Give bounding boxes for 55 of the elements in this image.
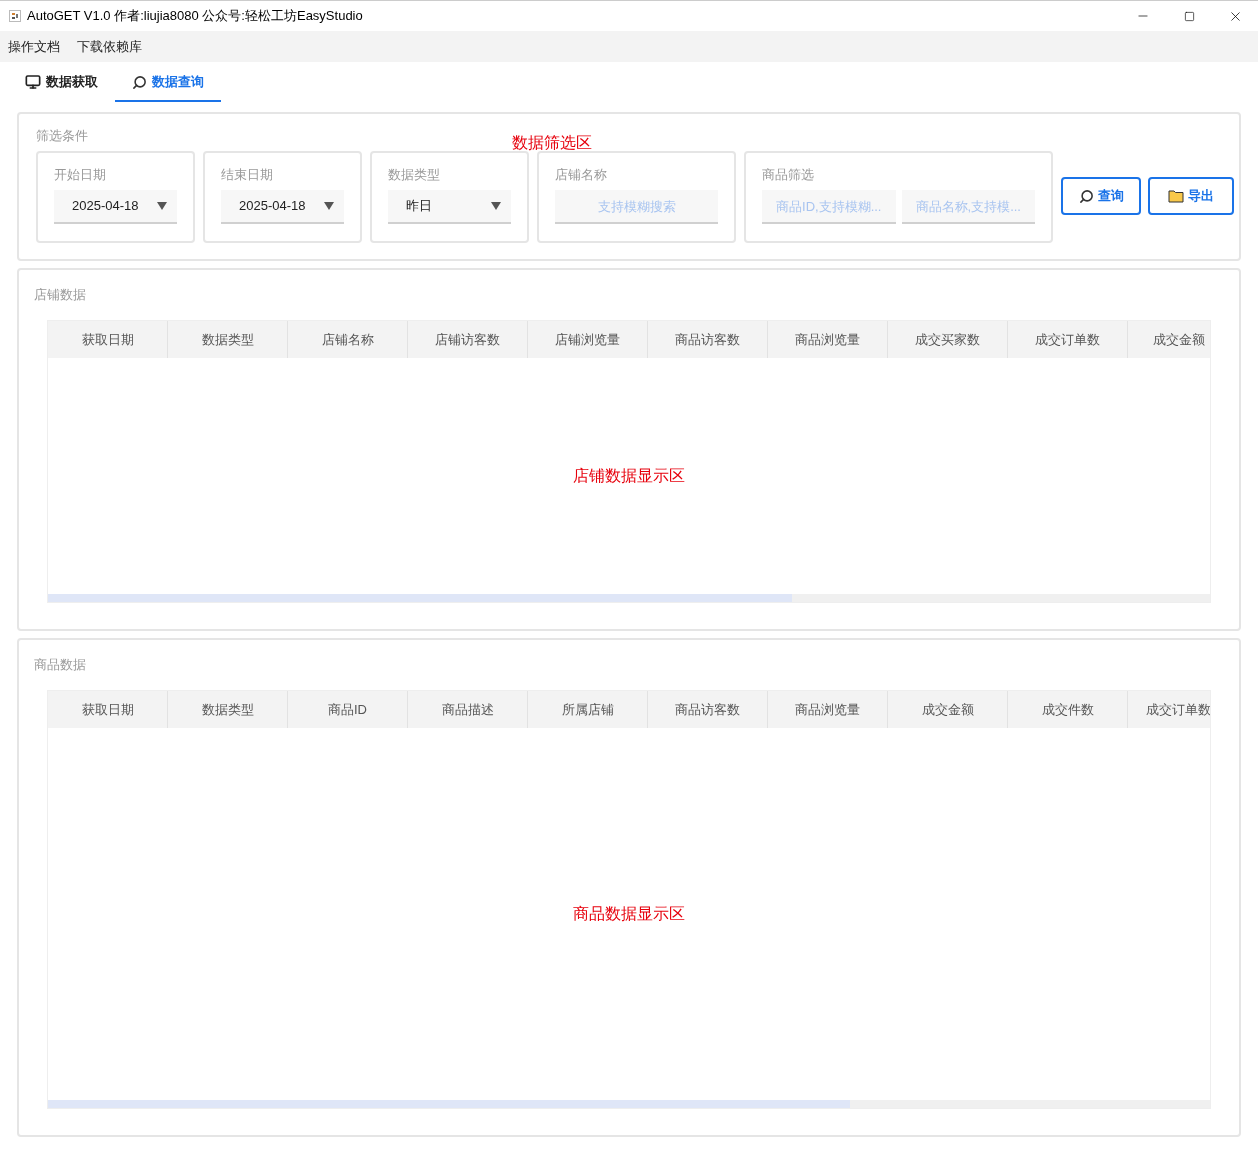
input-field[interactable]: 商品名称,支持模... [901,190,1035,224]
column-header[interactable]: 成交订单数 [1128,691,1210,728]
window-title: AutoGET V1.0 作者:liujia8080 公众号:轻松工坊EasyStudio [27,7,363,26]
column-header[interactable]: 数据类型 [168,321,288,358]
panel-title: 店铺数据 [34,287,86,302]
area-annotation: 数据筛选区 [512,134,592,152]
column-header[interactable]: 店铺浏览量 [528,321,648,358]
column-header[interactable]: 数据类型 [168,691,288,728]
column-header[interactable]: 成交买家数 [888,321,1008,358]
field-label: 商品筛选 [762,166,814,181]
query-button[interactable]: 查询 [1061,177,1141,215]
panel-title: 商品数据 [34,657,86,672]
area-annotation: 商品数据显示区 [573,904,685,924]
panel-title: 筛选条件 [36,127,88,145]
field-label: 数据类型 [388,166,440,181]
scrollbar[interactable] [48,1100,1210,1108]
field-label: 店铺名称 [555,166,607,181]
dropdown[interactable]: 2025-04-18 [54,190,177,224]
search-icon [1078,188,1094,204]
app-icon [9,10,21,22]
column-header[interactable]: 成交订单数 [1008,321,1128,358]
column-header[interactable]: 商品ID [288,691,408,728]
menu-item[interactable]: 下载依赖库 [77,36,142,57]
field-label: 结束日期 [221,166,273,181]
input-field[interactable]: 支持模糊搜索 [555,190,718,224]
tab[interactable]: 数据获取 [8,62,115,102]
column-header[interactable]: 商品浏览量 [768,691,888,728]
column-header[interactable]: 成交件数 [1008,691,1128,728]
column-header[interactable]: 获取日期 [48,321,168,358]
export-button[interactable]: 导出 [1148,177,1234,215]
column-header[interactable]: 获取日期 [48,691,168,728]
menu-item[interactable]: 操作文档 [8,36,60,57]
caret-icon [157,202,167,210]
tab[interactable]: 数据查询 [115,62,221,102]
area-annotation: 店铺数据显示区 [573,466,685,486]
column-header[interactable]: 所属店铺 [528,691,648,728]
column-header[interactable]: 成交金额 [1128,321,1210,358]
folder-icon [1168,189,1184,203]
scrollbar[interactable] [48,594,1210,602]
column-header[interactable]: 成交金额 [888,691,1008,728]
caret-icon [324,202,334,210]
maximize-icon [1183,10,1195,22]
column-header[interactable]: 店铺名称 [288,321,408,358]
search-icon [132,74,147,90]
dropdown[interactable]: 昨日 [388,190,511,224]
column-header[interactable]: 商品访客数 [648,321,768,358]
column-header[interactable]: 商品浏览量 [768,321,888,358]
monitor-icon [25,74,41,90]
input-field[interactable]: 商品ID,支持模糊... [762,190,896,224]
caret-icon [491,202,501,210]
column-header[interactable]: 商品描述 [408,691,528,728]
field-label: 开始日期 [54,166,106,181]
column-header[interactable]: 店铺访客数 [408,321,528,358]
dropdown[interactable]: 2025-04-18 [221,190,344,224]
column-header[interactable]: 商品访客数 [648,691,768,728]
